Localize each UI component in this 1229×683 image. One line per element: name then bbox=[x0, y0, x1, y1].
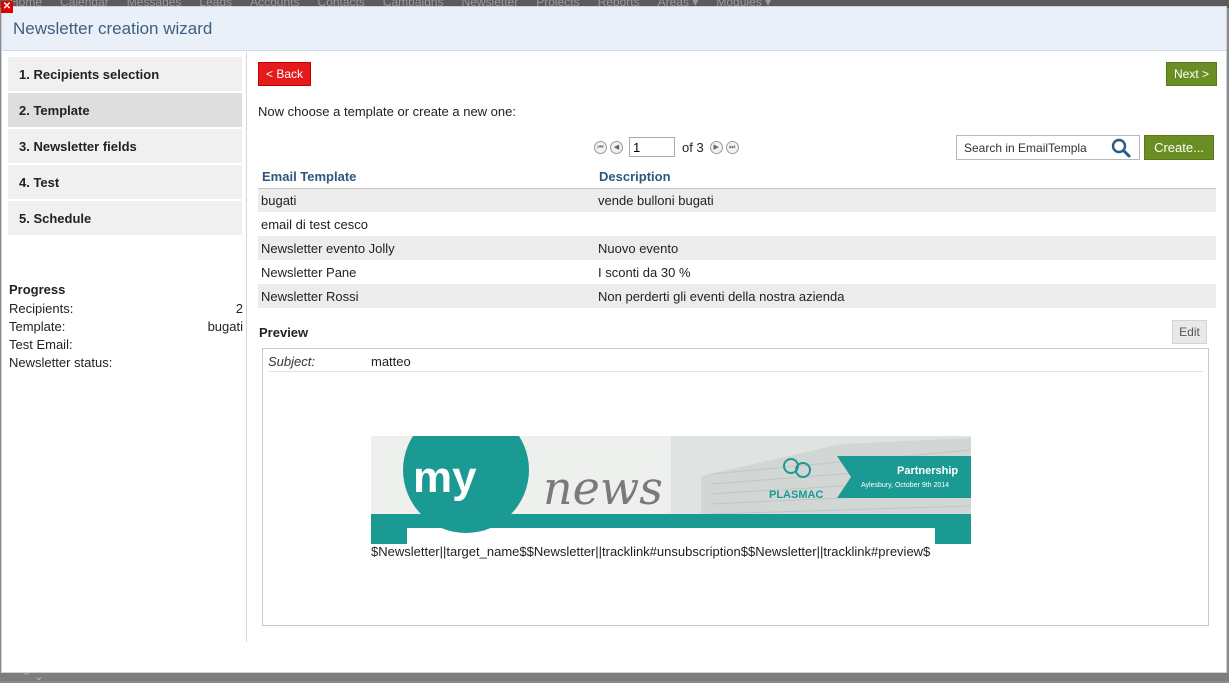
step-schedule[interactable]: 5. Schedule bbox=[8, 201, 242, 235]
progress-label: Test Email: bbox=[9, 337, 73, 352]
last-page-icon[interactable]: ⏭ bbox=[725, 140, 739, 154]
template-table: Email Template Description bugati vende … bbox=[258, 166, 1216, 308]
progress-row-newsletter-status: Newsletter status: bbox=[9, 354, 243, 372]
banner-news-text: news bbox=[543, 461, 663, 515]
template-search bbox=[956, 135, 1140, 160]
template-description-cell bbox=[595, 212, 1216, 236]
progress-row-recipients: Recipients: 2 bbox=[9, 300, 243, 318]
preview-pane: Subject: matteo PLASMAC Partnership Ayle… bbox=[262, 348, 1209, 626]
progress-label: Newsletter status: bbox=[9, 355, 113, 370]
dialog-title: Newsletter creation wizard bbox=[13, 19, 213, 38]
step-recipients-selection[interactable]: 1. Recipients selection bbox=[8, 57, 242, 91]
banner-ribbon-title: Partnership bbox=[897, 465, 958, 477]
progress-title: Progress bbox=[9, 282, 66, 297]
banner-ribbon-subtitle: Aylesbury, October 9th 2014 bbox=[861, 482, 949, 489]
wizard-sidebar: 1. Recipients selection 2. Template 3. N… bbox=[2, 52, 247, 642]
progress-panel: Progress Recipients: 2 Template: bugati … bbox=[9, 282, 243, 372]
back-button[interactable]: < Back bbox=[258, 62, 312, 86]
next-page-icon[interactable]: ▶ bbox=[709, 140, 723, 154]
search-input[interactable] bbox=[957, 136, 1109, 159]
page-number-input[interactable] bbox=[629, 137, 675, 157]
close-icon[interactable]: ✕ bbox=[1, 1, 13, 13]
progress-row-test-email: Test Email: bbox=[9, 336, 243, 354]
wizard-steps: 1. Recipients selection 2. Template 3. N… bbox=[2, 52, 246, 235]
subject-row: Subject: matteo bbox=[268, 354, 1203, 372]
template-description-cell: Nuovo evento bbox=[595, 236, 1216, 260]
table-row[interactable]: Newsletter Rossi Non perderti gli eventi… bbox=[258, 284, 1216, 308]
subject-label: Subject: bbox=[268, 354, 315, 369]
step-test[interactable]: 4. Test bbox=[8, 165, 242, 199]
table-row[interactable]: Newsletter evento Jolly Nuovo evento bbox=[258, 236, 1216, 260]
search-icon[interactable] bbox=[1109, 137, 1133, 159]
banner-my-text: my bbox=[413, 453, 477, 502]
table-row[interactable]: Newsletter Pane I sconti da 30 % bbox=[258, 260, 1216, 284]
progress-label: Recipients: bbox=[9, 301, 74, 316]
newsletter-banner-image: PLASMAC Partnership Aylesbury, October 9… bbox=[371, 436, 971, 544]
template-name-cell: Newsletter Rossi bbox=[258, 284, 595, 308]
instruction-text: Now choose a template or create a new on… bbox=[258, 104, 516, 119]
previous-page-icon[interactable]: ◀ bbox=[610, 140, 623, 154]
progress-value: 2 bbox=[235, 301, 243, 316]
next-button[interactable]: Next > bbox=[1165, 62, 1217, 86]
wizard-main: < Back Next > Now choose a template or c… bbox=[258, 52, 1218, 652]
banner-company-text: PLASMAC bbox=[769, 489, 823, 501]
template-name-cell: Newsletter evento Jolly bbox=[258, 236, 595, 260]
template-description-cell: vende bulloni bugati bbox=[595, 188, 1216, 212]
page-count: of 3 bbox=[682, 139, 704, 155]
table-row[interactable]: email di test cesco bbox=[258, 212, 1216, 236]
progress-label: Template: bbox=[9, 319, 66, 334]
background-footer: ⌃ ⌄ bbox=[0, 671, 1229, 683]
newsletter-wizard-dialog: ✕ Newsletter creation wizard 1. Recipien… bbox=[1, 1, 1227, 673]
subject-value: matteo bbox=[371, 354, 411, 369]
progress-row-template: Template: bugati bbox=[9, 318, 243, 336]
progress-value: bugati bbox=[207, 319, 243, 334]
template-name-cell: email di test cesco bbox=[258, 212, 595, 236]
edit-button[interactable]: Edit bbox=[1172, 320, 1207, 344]
template-description-cell: Non perderti gli eventi della nostra azi… bbox=[595, 284, 1216, 308]
template-placeholder-text: $Newsletter||target_name$$Newsletter||tr… bbox=[371, 544, 931, 559]
table-header-row: Email Template Description bbox=[258, 166, 1216, 189]
column-header-description[interactable]: Description bbox=[595, 166, 1216, 189]
dialog-header: Newsletter creation wizard bbox=[2, 7, 1226, 51]
pagination: ⏮ ◀ of 3 ▶ ⏭ bbox=[594, 137, 739, 157]
step-template[interactable]: 2. Template bbox=[8, 93, 242, 127]
template-name-cell: bugati bbox=[258, 188, 595, 212]
first-page-icon[interactable]: ⏮ bbox=[594, 140, 607, 154]
column-header-email-template[interactable]: Email Template bbox=[258, 166, 595, 189]
table-row[interactable]: bugati vende bulloni bugati bbox=[258, 188, 1216, 212]
template-description-cell: I sconti da 30 % bbox=[595, 260, 1216, 284]
step-newsletter-fields[interactable]: 3. Newsletter fields bbox=[8, 129, 242, 163]
preview-title: Preview bbox=[259, 325, 309, 340]
create-button[interactable]: Create... bbox=[1144, 135, 1214, 160]
template-name-cell: Newsletter Pane bbox=[258, 260, 595, 284]
